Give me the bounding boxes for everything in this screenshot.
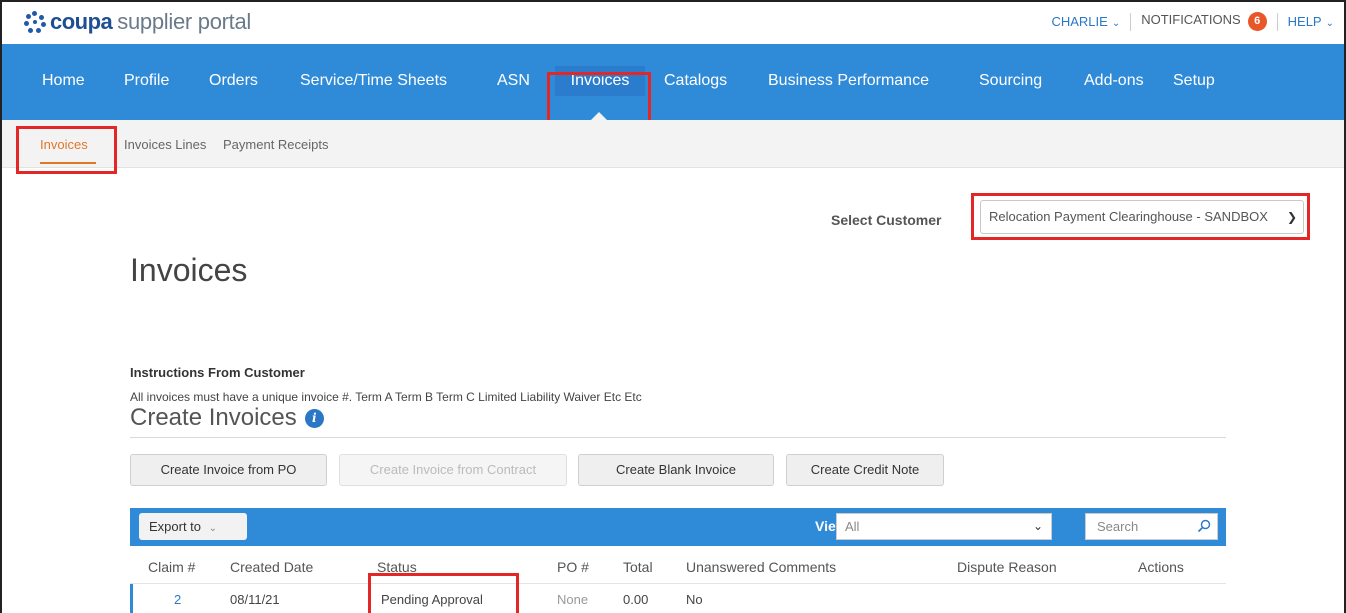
screenshot-border [0, 0, 1346, 613]
